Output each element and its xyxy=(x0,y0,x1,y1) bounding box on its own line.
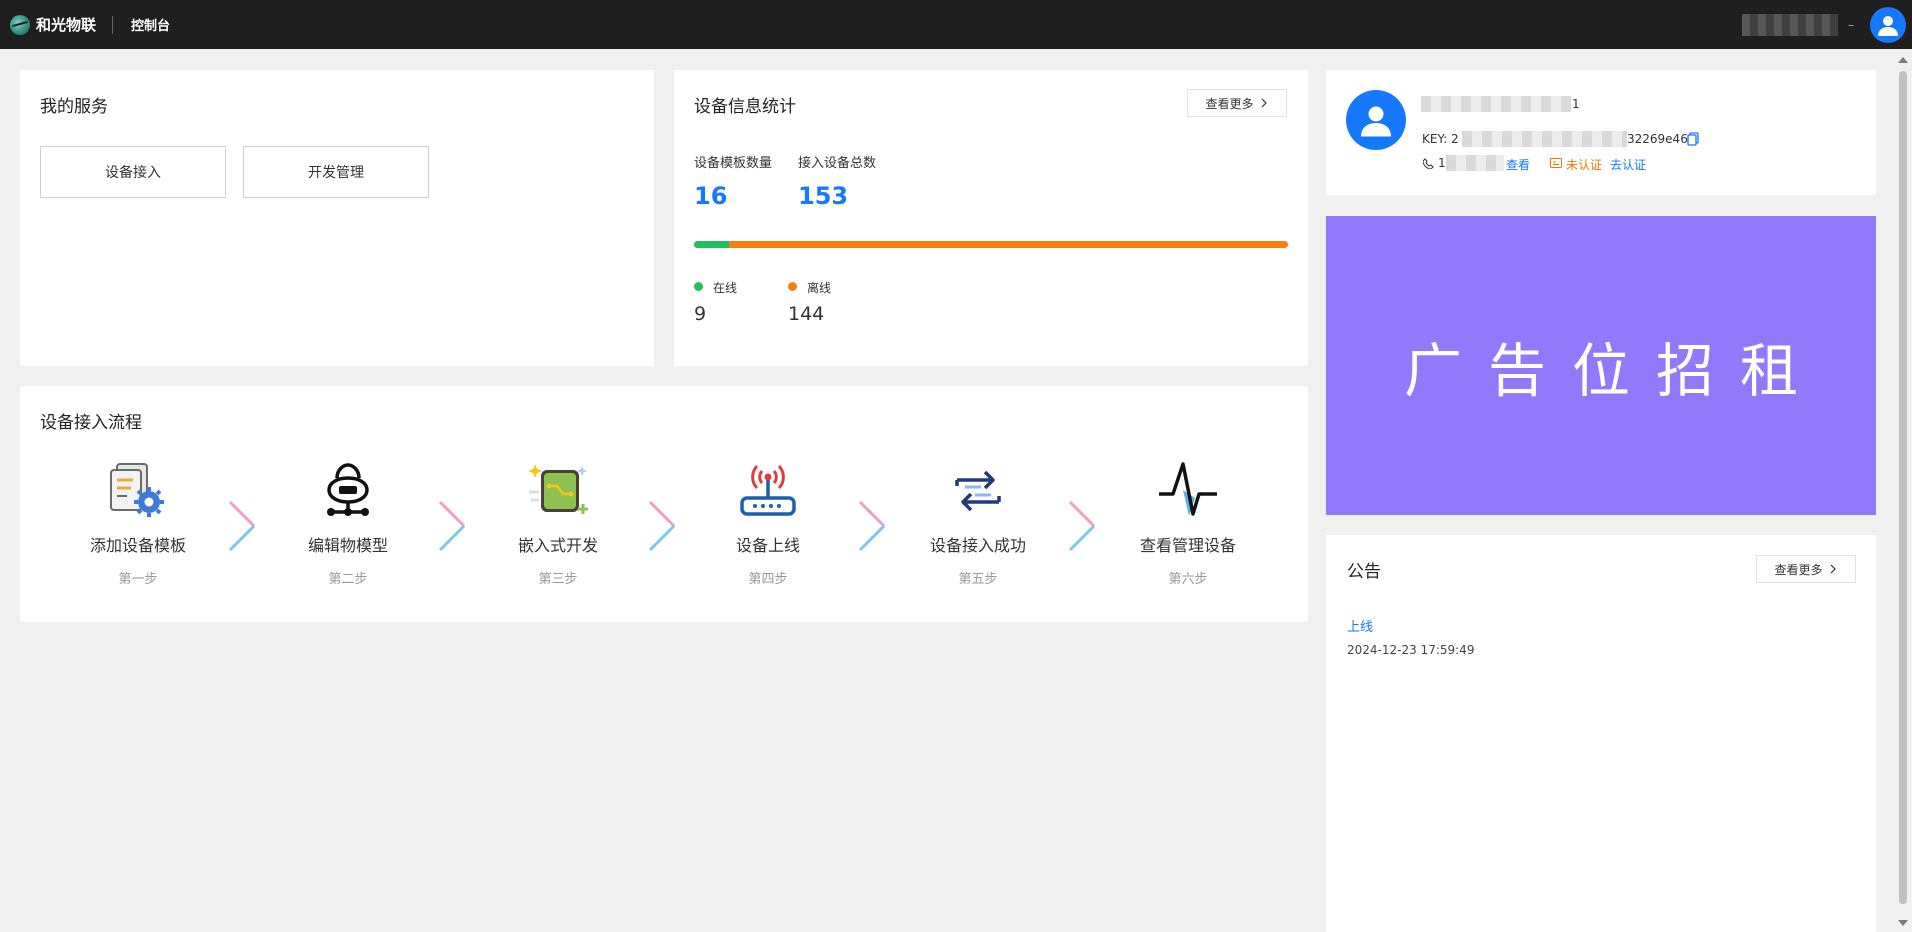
step-number: 第一步 xyxy=(118,572,158,587)
online-count: 9 xyxy=(694,303,707,325)
unverified-status: 未认证 xyxy=(1566,158,1603,172)
profile-card: 1 KEY: 2 32269e46e 1 查看 未认证 去认证 xyxy=(1326,70,1876,195)
router-signal-icon xyxy=(740,464,796,516)
verify-link[interactable]: 去认证 xyxy=(1610,156,1646,173)
api-key-suffix: 32269e46e xyxy=(1627,132,1696,146)
username-suffix: – xyxy=(1848,17,1854,32)
process-step-1[interactable]: 添加设备模板 第一步 xyxy=(48,460,228,587)
top-bar: 和光物联 控制台 – xyxy=(0,0,1912,49)
view-phone-link[interactable]: 查看 xyxy=(1506,156,1530,173)
api-key-prefix: KEY: 2 xyxy=(1422,132,1459,146)
account-name-redacted xyxy=(1421,96,1571,112)
user-icon xyxy=(1878,15,1898,36)
page-scrollbar[interactable] xyxy=(1894,49,1912,932)
exchange-arrows-icon xyxy=(955,470,1001,512)
profile-avatar[interactable] xyxy=(1346,90,1406,150)
offline-count: 144 xyxy=(788,303,825,325)
online-offline-bar xyxy=(694,241,1288,248)
step-number: 第四步 xyxy=(748,572,788,587)
notice-item-link[interactable]: 上线 xyxy=(1347,616,1373,635)
step-title: 设备接入成功 xyxy=(929,536,1026,555)
device-stats-card: 设备信息统计 查看更多 设备模板数量 16 接入设备总数 153 在线 9 离线… xyxy=(674,70,1308,366)
online-dot-icon xyxy=(694,282,703,291)
step-arrow-icon xyxy=(1068,500,1096,552)
step-number: 第五步 xyxy=(958,572,998,587)
chevron-right-icon xyxy=(1830,564,1836,574)
user-avatar[interactable] xyxy=(1870,6,1906,43)
brand-name[interactable]: 和光物联 xyxy=(36,14,96,35)
step-title: 查看管理设备 xyxy=(1139,536,1236,555)
notice-more-label: 查看更多 xyxy=(1774,562,1823,577)
device-total-value: 153 xyxy=(798,182,849,210)
account-name-suffix: 1 xyxy=(1572,97,1580,111)
copy-icon[interactable] xyxy=(1687,132,1699,146)
process-step-2[interactable]: 编辑物模型 第二步 xyxy=(258,460,438,587)
template-count-value: 16 xyxy=(694,182,728,210)
user-menu[interactable]: – xyxy=(1742,0,1912,49)
step-title: 设备上线 xyxy=(735,536,800,555)
step-number: 第二步 xyxy=(328,572,368,587)
step-title: 编辑物模型 xyxy=(307,536,388,555)
notice-item-time: 2024-12-23 17:59:49 xyxy=(1347,643,1475,657)
notice-card: 公告 查看更多 上线 2024-12-23 17:59:49 xyxy=(1326,535,1876,932)
brand-logo-icon[interactable] xyxy=(10,14,30,35)
online-label: 在线 xyxy=(713,281,738,295)
chip-board-icon xyxy=(528,464,588,514)
notice-title: 公告 xyxy=(1347,562,1381,582)
nav-console[interactable]: 控制台 xyxy=(131,15,170,34)
offline-dot-icon xyxy=(788,282,797,291)
api-key-redacted xyxy=(1462,131,1627,147)
pulse-wave-icon xyxy=(1159,462,1217,516)
template-count-label: 设备模板数量 xyxy=(694,156,773,171)
phone-redacted xyxy=(1446,155,1504,171)
topbar-divider xyxy=(112,15,114,34)
online-bar-fill xyxy=(694,241,729,248)
process-step-4[interactable]: 设备上线 第四步 xyxy=(678,460,858,587)
template-gear-icon xyxy=(110,463,164,517)
chevron-right-icon xyxy=(1261,98,1267,108)
process-step-6[interactable]: 查看管理设备 第六步 xyxy=(1098,460,1278,587)
user-icon xyxy=(1361,106,1391,137)
stats-more-button[interactable]: 查看更多 xyxy=(1187,89,1287,117)
step-title: 添加设备模板 xyxy=(89,536,186,555)
step-arrow-icon xyxy=(228,500,256,552)
dev-management-button[interactable]: 开发管理 xyxy=(243,146,429,198)
phone-prefix: 1 xyxy=(1438,156,1446,170)
process-step-3[interactable]: 嵌入式开发 第三步 xyxy=(468,460,648,587)
ad-banner[interactable]: 广告位招租 xyxy=(1326,216,1876,515)
access-process-card: 设备接入流程 添加设备模板 第一步 编辑物模型 第二步 嵌入式开发 第三步 设备… xyxy=(20,386,1308,622)
step-title: 嵌入式开发 xyxy=(517,536,598,555)
scroll-down-icon[interactable] xyxy=(1898,920,1908,926)
scrollbar-thumb[interactable] xyxy=(1899,71,1907,904)
my-services-card: 我的服务 设备接入 开发管理 xyxy=(20,70,654,366)
process-step-5[interactable]: 设备接入成功 第五步 xyxy=(888,460,1068,587)
scroll-up-icon[interactable] xyxy=(1898,57,1908,63)
phone-icon xyxy=(1423,158,1434,169)
ad-banner-text: 广告位招租 xyxy=(1403,336,1824,405)
step-number: 第六步 xyxy=(1168,572,1208,587)
device-access-button[interactable]: 设备接入 xyxy=(40,146,226,198)
stats-more-label: 查看更多 xyxy=(1205,96,1254,111)
step-arrow-icon xyxy=(858,500,886,552)
username-redacted xyxy=(1742,13,1838,36)
step-number: 第三步 xyxy=(538,572,578,587)
step-arrow-icon xyxy=(438,500,466,552)
step-arrow-icon xyxy=(648,500,676,552)
my-services-title: 我的服务 xyxy=(40,97,108,117)
notice-more-button[interactable]: 查看更多 xyxy=(1756,555,1856,583)
device-stats-title: 设备信息统计 xyxy=(694,97,796,117)
offline-label: 离线 xyxy=(807,281,832,295)
device-total-label: 接入设备总数 xyxy=(798,156,877,171)
thing-model-icon xyxy=(327,463,369,516)
access-process-title: 设备接入流程 xyxy=(40,413,142,433)
id-card-icon xyxy=(1550,158,1562,168)
